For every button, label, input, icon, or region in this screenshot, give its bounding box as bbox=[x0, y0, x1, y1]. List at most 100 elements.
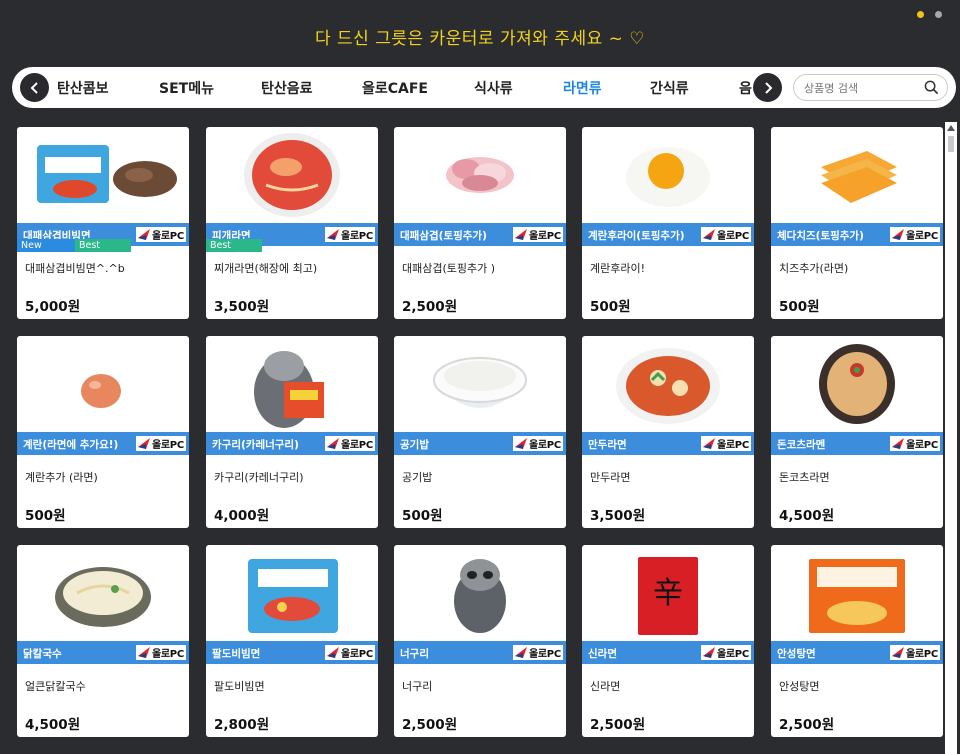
product-card[interactable]: 辛 신라면 올로PC 신라면 2,500원 bbox=[582, 545, 754, 737]
brand-logo: 올로PC bbox=[701, 227, 751, 242]
brand-logo-text: 올로PC bbox=[717, 440, 749, 451]
tab-carbonated-combo[interactable]: 탄산콤보 bbox=[57, 78, 109, 98]
product-card[interactable]: 공기밥 올로PC 공기밥 500원 bbox=[394, 336, 566, 528]
product-label-bar: 계란(라면에 추가요!) 올로PC bbox=[17, 432, 189, 455]
brand-mark-icon bbox=[703, 229, 715, 240]
product-card[interactable]: 계란후라이(토핑추가) 올로PC 계란후라이! 500원 bbox=[582, 127, 754, 319]
brand-logo-text: 올로PC bbox=[341, 231, 373, 242]
brand-logo-text: 올로PC bbox=[152, 231, 184, 242]
brand-mark-icon bbox=[515, 647, 527, 658]
brand-logo: 올로PC bbox=[701, 436, 751, 451]
page-dot[interactable] bbox=[935, 11, 942, 18]
scroll-thumb[interactable] bbox=[948, 136, 954, 152]
product-name: 치즈추가(라면) bbox=[779, 262, 849, 275]
product-label: 계란후라이(토핑추가) bbox=[588, 230, 685, 242]
product-card[interactable]: 닭칼국수 올로PC 얼큰닭칼국수 4,500원 bbox=[17, 545, 189, 737]
product-name: 계란후라이! bbox=[590, 262, 646, 275]
nav-next-button[interactable] bbox=[753, 73, 782, 102]
product-label: 안성탕면 bbox=[777, 648, 816, 660]
product-label: 대패삼겹(토핑추가) bbox=[400, 230, 487, 242]
fried-egg-photo bbox=[582, 127, 754, 222]
brand-mark-icon bbox=[138, 647, 150, 658]
brand-mark-icon bbox=[327, 647, 339, 658]
product-label: 만두라면 bbox=[588, 439, 627, 451]
svg-text:辛: 辛 bbox=[653, 576, 683, 611]
tab-soda[interactable]: 탄산음료 bbox=[261, 78, 313, 98]
scroll-up-icon[interactable] bbox=[947, 125, 955, 131]
tab-ramen[interactable]: 라면류 bbox=[563, 78, 602, 98]
page-dot-active[interactable] bbox=[917, 11, 924, 18]
tab-snacks[interactable]: 간식류 bbox=[650, 78, 689, 98]
search-icon[interactable] bbox=[924, 80, 939, 95]
brand-mark-icon bbox=[327, 229, 339, 240]
brand-logo: 올로PC bbox=[136, 645, 186, 660]
brand-logo: 올로PC bbox=[136, 227, 186, 242]
tab-cafe[interactable]: 올로CAFE bbox=[362, 78, 428, 98]
brand-logo-text: 올로PC bbox=[906, 231, 938, 242]
product-label-bar: 대패삼겹(토핑추가) 올로PC bbox=[394, 223, 566, 246]
product-label-bar: 너구리 올로PC bbox=[394, 641, 566, 664]
brand-mark-icon bbox=[138, 438, 150, 449]
product-name: 계란추가 (라면) bbox=[25, 471, 98, 484]
product-price: 2,500원 bbox=[779, 717, 835, 733]
chevron-left-icon bbox=[30, 81, 38, 94]
brand-logo-text: 올로PC bbox=[341, 440, 373, 451]
product-name: 대패삼겹(토핑추가 ) bbox=[402, 262, 496, 275]
product-card[interactable]: 체다치즈(토핑추가) 올로PC 치즈추가(라면) 500원 bbox=[771, 127, 943, 319]
product-card[interactable]: 피개라면 올로PC Best 찌개라면(해장에 최고) 3,500원 bbox=[206, 127, 378, 319]
brand-logo: 올로PC bbox=[701, 645, 751, 660]
product-label-bar: 신라면 올로PC bbox=[582, 641, 754, 664]
ansungtangmyun-photo bbox=[771, 545, 943, 640]
product-card[interactable]: 계란(라면에 추가요!) 올로PC 계란추가 (라면) 500원 bbox=[17, 336, 189, 528]
rice-bowl-photo bbox=[394, 336, 566, 431]
badge-group: Best bbox=[206, 239, 262, 252]
notice-banner: 다 드신 그릇은 카운터로 가져와 주세요 ~ ♡ bbox=[0, 0, 960, 66]
product-card[interactable]: 만두라면 올로PC 만두라면 3,500원 bbox=[582, 336, 754, 528]
brand-logo: 올로PC bbox=[890, 645, 940, 660]
product-label-bar: 만두라면 올로PC bbox=[582, 432, 754, 455]
product-label-bar: 팔도비빔면 올로PC bbox=[206, 641, 378, 664]
product-card[interactable]: 너구리 올로PC 너구리 2,500원 bbox=[394, 545, 566, 737]
brand-mark-icon bbox=[703, 647, 715, 658]
tonkotsu-ramen-photo bbox=[771, 336, 943, 431]
product-price: 4,500원 bbox=[25, 717, 81, 733]
brand-mark-icon bbox=[892, 438, 904, 449]
brand-logo: 올로PC bbox=[325, 227, 375, 242]
product-card[interactable]: 대패삼겹비빔면 올로PC New Best 대패삼겹비빔면^.^b 5,000원 bbox=[17, 127, 189, 319]
product-card[interactable]: 카구리(카레너구리) 올로PC 카구리(카레너구리) 4,000원 bbox=[206, 336, 378, 528]
product-card[interactable]: 돈코츠라멘 올로PC 돈코츠라면 4,500원 bbox=[771, 336, 943, 528]
page-indicator bbox=[917, 11, 942, 18]
nav-prev-button[interactable] bbox=[20, 73, 49, 102]
scrollbar[interactable] bbox=[945, 122, 957, 754]
pork-slices-photo bbox=[394, 127, 566, 222]
brand-mark-icon bbox=[703, 438, 715, 449]
product-card[interactable]: 대패삼겹(토핑추가) 올로PC 대패삼겹(토핑추가 ) 2,500원 bbox=[394, 127, 566, 319]
product-name: 신라면 bbox=[590, 680, 621, 693]
tab-drinks-partial[interactable]: 음 bbox=[739, 78, 752, 98]
badge-group: New Best bbox=[17, 239, 131, 252]
raccoon-ramen-photo bbox=[206, 336, 378, 431]
kalguksu-photo bbox=[17, 545, 189, 640]
product-label-bar: 닭칼국수 올로PC bbox=[17, 641, 189, 664]
product-price: 2,500원 bbox=[402, 717, 458, 733]
tab-meals[interactable]: 식사류 bbox=[474, 78, 513, 98]
product-card[interactable]: 안성탕면 올로PC 안성탕면 2,500원 bbox=[771, 545, 943, 737]
search-box bbox=[793, 74, 948, 101]
product-card[interactable]: 팔도비빔면 올로PC 팔도비빔면 2,800원 bbox=[206, 545, 378, 737]
product-name: 너구리 bbox=[402, 680, 433, 693]
search-input[interactable] bbox=[804, 79, 914, 97]
notice-text: 다 드신 그릇은 카운터로 가져와 주세요 ~ ♡ bbox=[314, 29, 646, 49]
category-nav: 탄산콤보 SET메뉴 탄산음료 올로CAFE 식사류 라면류 간식류 음 bbox=[12, 67, 956, 108]
product-name: 만두라면 bbox=[590, 471, 631, 484]
brand-logo-text: 올로PC bbox=[152, 440, 184, 451]
brand-logo-text: 올로PC bbox=[529, 649, 561, 660]
product-name: 찌개라면(해장에 최고) bbox=[214, 262, 318, 275]
product-name: 안성탕면 bbox=[779, 680, 820, 693]
brand-mark-icon bbox=[892, 647, 904, 658]
product-price: 2,500원 bbox=[590, 717, 646, 733]
brand-logo-text: 올로PC bbox=[717, 231, 749, 242]
shin-ramyun-photo: 辛 bbox=[582, 545, 754, 640]
product-name: 얼큰닭칼국수 bbox=[25, 680, 86, 693]
product-label: 너구리 bbox=[400, 648, 429, 660]
tab-set-menu[interactable]: SET메뉴 bbox=[159, 78, 214, 98]
